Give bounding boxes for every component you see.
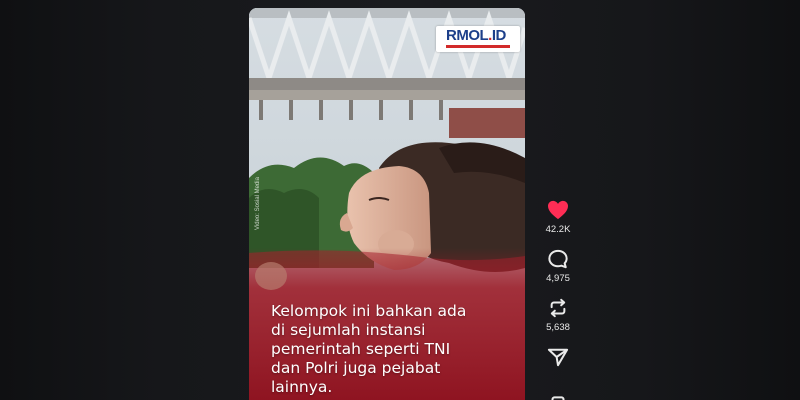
video-player[interactable]: RMOL.ID Video: Sosial Media Kelompok ini… bbox=[249, 8, 525, 400]
channel-logo: RMOL.ID bbox=[436, 26, 520, 52]
caption-line: di sejumlah instansi bbox=[271, 321, 426, 339]
logo-bar bbox=[446, 45, 510, 48]
logo-text: RMOL.ID bbox=[446, 27, 506, 44]
comment-button[interactable]: 4,975 bbox=[537, 249, 579, 298]
like-button[interactable]: 42.2K bbox=[537, 200, 579, 249]
caption-line: dan Polri juga pejabat bbox=[271, 359, 441, 377]
video-source-watermark: Video: Sosial Media bbox=[255, 177, 261, 230]
caption-line: lainnya. bbox=[271, 378, 333, 396]
caption-line: Kelompok ini bahkan ada bbox=[271, 302, 467, 320]
like-count: 42.2K bbox=[545, 224, 571, 235]
caption-line: pemerintah seperti TNI bbox=[271, 340, 451, 358]
heart-icon bbox=[548, 200, 568, 220]
repost-icon bbox=[550, 298, 566, 318]
comment-icon bbox=[548, 249, 568, 269]
more-button[interactable] bbox=[537, 396, 579, 400]
comment-count: 4,975 bbox=[546, 273, 570, 284]
page: RMOL.ID Video: Sosial Media Kelompok ini… bbox=[0, 0, 800, 400]
repost-button[interactable]: 5,638 bbox=[537, 298, 579, 347]
share-icon bbox=[547, 348, 569, 367]
action-bar: 42.2K 4,975 5,638 bbox=[537, 200, 579, 400]
video-caption: Kelompok ini bahkan ada di sejumlah inst… bbox=[271, 302, 511, 397]
repost-count: 5,638 bbox=[546, 322, 570, 333]
bookmark-icon bbox=[551, 396, 565, 400]
share-button[interactable] bbox=[537, 347, 579, 396]
